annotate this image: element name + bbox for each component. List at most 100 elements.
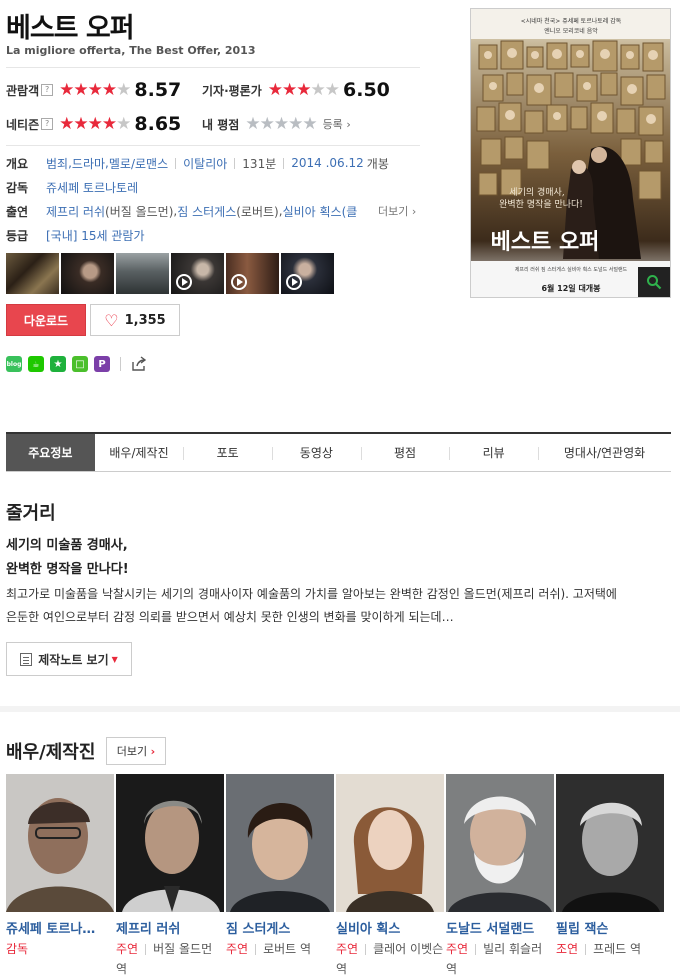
cast-card[interactable]: 도날드 서덜랜드 주연 빌리 휘슬러 역 — [446, 774, 554, 979]
grade-label: 등급 — [6, 228, 29, 243]
video-thumbnail[interactable] — [281, 253, 334, 294]
star-icon[interactable]: ★ — [274, 114, 289, 134]
star-icon[interactable]: ★ — [245, 114, 260, 134]
person-photo[interactable] — [336, 774, 444, 912]
star-icon: ★ — [87, 80, 103, 100]
share-icon[interactable] — [131, 356, 147, 372]
synopsis-heading: 줄거리 — [6, 503, 56, 524]
actor-link[interactable]: 제프리 러쉬 — [46, 203, 105, 220]
still-thumbnail[interactable] — [6, 253, 59, 294]
play-icon — [231, 274, 247, 290]
actor-role: (로버트) — [236, 204, 279, 219]
actor-link[interactable]: 실비아 획스(클 — [283, 203, 358, 220]
release-date-link[interactable]: 2014 .06.12 — [291, 156, 364, 170]
director-link[interactable]: 쥬세페 토르나토레 — [46, 179, 138, 196]
document-icon — [20, 652, 33, 666]
magnifier-icon — [647, 275, 662, 290]
star-icon[interactable]: ★ — [260, 114, 275, 134]
netizen-score: 8.65 — [134, 113, 182, 135]
cast-list: 쥬세페 토르나… 감독 제프리 러쉬 주연 버질 올드먼 역 짐 스터게스 주연 로… — [6, 774, 664, 979]
actor-role: (버질 올드먼) — [105, 204, 174, 219]
info-director: 감독 쥬세페 토르나토레 — [6, 176, 138, 198]
person-photo[interactable] — [226, 774, 334, 912]
separator — [175, 157, 177, 169]
play-icon — [176, 274, 192, 290]
tab-photos[interactable]: 포토 — [183, 434, 272, 471]
release-suffix: 개봉 — [366, 156, 389, 171]
star-icon[interactable]: ★ — [302, 114, 317, 134]
video-thumbnail[interactable] — [226, 253, 279, 294]
still-thumbnail[interactable] — [116, 253, 169, 294]
me2-share-icon[interactable]: ★ — [50, 356, 66, 372]
rating-row-my: 내 평점 ★★★★★ 등록 › — [202, 112, 351, 136]
person-role: 주연 로버트 역 — [226, 942, 312, 956]
rating-row-audience: 관람객 ? ★★★★★ 8.57 — [6, 78, 181, 102]
still-thumbnail[interactable] — [61, 253, 114, 294]
person-role: 감독 — [6, 942, 29, 956]
my-rating-label: 내 평점 — [202, 117, 240, 132]
cast-card[interactable]: 쥬세페 토르나… 감독 — [6, 774, 114, 979]
cast-card[interactable]: 짐 스터게스 주연 로버트 역 — [226, 774, 334, 979]
post-share-icon[interactable]: P — [94, 356, 110, 372]
production-note-button[interactable]: 제작노트 보기 ▼ — [6, 642, 132, 676]
synopsis-line: 은둔한 여인으로부터 감정 의뢰를 받으면서 예상치 못한 인생의 변화를 맞이… — [6, 610, 454, 624]
person-photo[interactable] — [6, 774, 114, 912]
person-name[interactable]: 제프리 러쉬 — [116, 918, 224, 937]
cast-more-link[interactable]: 더보기 › — [378, 203, 416, 219]
poster-copy-1: 세기의 경매사, — [509, 186, 564, 198]
tab-cast-crew[interactable]: 배우/제작진 — [95, 434, 184, 471]
help-icon[interactable]: ? — [41, 84, 54, 96]
person-name[interactable]: 쥬세페 토르나… — [6, 918, 114, 937]
my-rating-stars[interactable]: ★★★★★ — [245, 114, 317, 134]
like-button[interactable]: ♡ 1,355 — [90, 304, 180, 336]
share-bar: blog ☕ ★ □ P — [6, 356, 147, 372]
star-icon: ★ — [116, 114, 131, 134]
person-name[interactable]: 실비아 획스 — [336, 918, 444, 937]
star-icon: ★ — [116, 80, 131, 100]
media-thumbnails — [6, 253, 334, 294]
like-count: 1,355 — [124, 312, 166, 328]
person-name[interactable]: 짐 스터게스 — [226, 918, 334, 937]
tab-quotes-related[interactable]: 명대사/연관영화 — [538, 434, 671, 471]
tab-ratings[interactable]: 평점 — [360, 434, 450, 471]
grade-link[interactable]: [국내] 15세 관람가 — [46, 227, 145, 244]
register-rating-link[interactable]: 등록 › — [323, 116, 351, 132]
rating-row-critics: 기자·평론가 ★★★★★ 6.50 — [202, 78, 390, 102]
star-icon[interactable]: ★ — [288, 114, 303, 134]
tab-main-info[interactable]: 주요정보 — [6, 434, 95, 471]
cast-more-button[interactable]: 더보기 › — [106, 737, 166, 765]
movie-poster[interactable]: <시네마 천국> 쥬세페 토르나토레 감독 엔니오 모리코네 음악 세기의 경매… — [470, 8, 671, 298]
critics-score: 6.50 — [343, 79, 390, 101]
band-share-icon[interactable]: □ — [72, 356, 88, 372]
person-photo[interactable] — [446, 774, 554, 912]
cafe-share-icon[interactable]: ☕ — [28, 356, 44, 372]
cast-card[interactable]: 제프리 러쉬 주연 버질 올드먼 역 — [116, 774, 224, 979]
person-name[interactable]: 도날드 서덜랜드 — [446, 918, 554, 937]
cast-card[interactable]: 실비아 획스 주연 클레어 이벳슨 역 — [336, 774, 444, 979]
tab-videos[interactable]: 동영상 — [272, 434, 361, 471]
person-name[interactable]: 필립 잭슨 — [556, 918, 664, 937]
zoom-button[interactable] — [638, 267, 670, 297]
genre-link[interactable]: 드라마 — [72, 155, 105, 172]
genre-link[interactable]: 범죄 — [46, 155, 68, 172]
critics-rating-label: 기자·평론가 — [202, 83, 262, 98]
blog-share-icon[interactable]: blog — [6, 356, 22, 372]
chevron-right-icon: › — [346, 118, 351, 131]
person-photo[interactable] — [116, 774, 224, 912]
help-icon[interactable]: ? — [41, 118, 54, 130]
person-role: 주연 빌리 휘슬러 역 — [446, 942, 543, 976]
star-icon: ★ — [59, 114, 74, 134]
info-grade: 등급 [국내] 15세 관람가 — [6, 224, 145, 246]
actor-link[interactable]: 짐 스터게스 — [177, 203, 236, 220]
star-icon: ★ — [267, 80, 283, 100]
tab-reviews[interactable]: 리뷰 — [449, 434, 538, 471]
cast-card[interactable]: 필립 잭슨 조연 프레드 역 — [556, 774, 664, 979]
download-button[interactable]: 다운로드 — [6, 304, 86, 336]
person-photo[interactable] — [556, 774, 664, 912]
genre-link[interactable]: 멜로/로맨스 — [109, 155, 168, 172]
star-icon: ★ — [101, 114, 117, 134]
audience-score: 8.57 — [134, 79, 182, 101]
country-link[interactable]: 이탈리아 — [183, 155, 227, 172]
chevron-right-icon: › — [411, 205, 417, 218]
video-thumbnail[interactable] — [171, 253, 224, 294]
